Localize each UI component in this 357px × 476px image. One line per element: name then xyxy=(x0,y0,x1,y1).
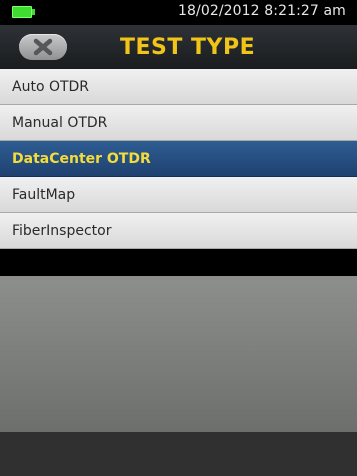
list-item-manual-otdr[interactable]: Manual OTDR xyxy=(0,105,357,141)
list-item-label: FiberInspector xyxy=(12,223,112,239)
test-type-list: Auto OTDR Manual OTDR DataCenter OTDR Fa… xyxy=(0,69,357,249)
close-x-icon xyxy=(33,38,53,56)
list-item-auto-otdr[interactable]: Auto OTDR xyxy=(0,69,357,105)
list-item-datacenter-otdr[interactable]: DataCenter OTDR xyxy=(0,141,357,177)
list-item-label: DataCenter OTDR xyxy=(12,151,151,167)
empty-list-area xyxy=(0,276,357,432)
list-item-faultmap[interactable]: FaultMap xyxy=(0,177,357,213)
list-item-label: Auto OTDR xyxy=(12,79,90,95)
bottom-bar xyxy=(0,432,357,476)
back-button[interactable] xyxy=(19,34,67,60)
list-item-label: FaultMap xyxy=(12,187,76,203)
page-title: TEST TYPE xyxy=(120,35,256,60)
status-bar: 18/02/2012 8:21:27 am xyxy=(0,0,357,25)
header-bar: TEST TYPE xyxy=(0,25,357,69)
status-datetime: 18/02/2012 8:21:27 am xyxy=(178,3,346,19)
list-item-label: Manual OTDR xyxy=(12,115,108,131)
battery-icon xyxy=(12,6,35,18)
list-item-fiberinspector[interactable]: FiberInspector xyxy=(0,213,357,249)
